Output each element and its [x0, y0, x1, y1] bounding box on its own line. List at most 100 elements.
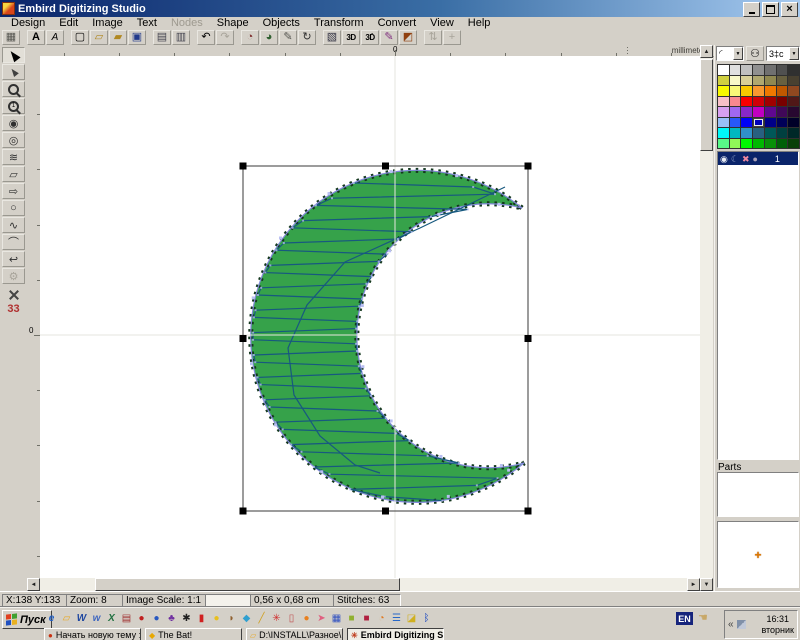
color-swatch[interactable] [765, 65, 776, 75]
palette-app-icon[interactable]: ◗ [224, 611, 239, 626]
redo-button[interactable]: ↷ [216, 30, 234, 45]
wordpad-icon[interactable]: w [89, 611, 104, 626]
menu-design[interactable]: Design [4, 17, 52, 29]
color-swatch[interactable] [765, 139, 776, 149]
blue-globe-app-icon[interactable]: ● [149, 611, 164, 626]
column-tool[interactable]: ▱ [2, 166, 25, 182]
diamond-app-icon[interactable]: ◆ [239, 611, 254, 626]
outline-arrow-tool[interactable]: ⇨ [2, 183, 25, 199]
color-swatch[interactable] [777, 128, 788, 138]
tray-collapse-icon[interactable]: « [728, 619, 734, 630]
color-swatch[interactable] [741, 76, 752, 86]
redwork-tool-button[interactable]: ◩ [399, 30, 417, 45]
clock-app-icon[interactable]: ◔ [374, 611, 389, 626]
vertical-scroll-thumb[interactable] [700, 59, 713, 151]
color-swatch[interactable] [718, 128, 729, 138]
lines-app-icon[interactable]: ☰ [389, 611, 404, 626]
grid-app-icon[interactable]: ▦ [329, 611, 344, 626]
color-swatch[interactable] [741, 107, 752, 117]
internet-explorer-icon[interactable]: e [44, 611, 59, 626]
task-embird-button[interactable]: ✳Embird Digitizing Stud... [347, 628, 444, 640]
color-swatch[interactable] [718, 97, 729, 107]
color-swatch[interactable] [730, 118, 741, 128]
selection-handle[interactable] [382, 508, 389, 515]
color-swatch[interactable] [730, 76, 741, 86]
folder-shortcut-icon[interactable]: ▱ [59, 611, 74, 626]
knot-button[interactable]: ⚇ [746, 46, 764, 61]
color-swatch[interactable] [765, 76, 776, 86]
language-indicator[interactable]: EN [676, 612, 693, 625]
horizontal-scrollbar[interactable]: ◄ ► [27, 578, 700, 591]
save-design-button[interactable]: ▣ [128, 30, 146, 45]
word-icon[interactable]: W [74, 611, 89, 626]
color-swatch[interactable] [765, 118, 776, 128]
density-gauge-button[interactable]: ◕ [260, 30, 278, 45]
menu-convert[interactable]: Convert [371, 17, 424, 29]
design-canvas[interactable] [40, 56, 700, 578]
parts-list[interactable] [717, 472, 799, 517]
color-swatch[interactable] [777, 76, 788, 86]
color-swatch[interactable] [765, 97, 776, 107]
bluetooth-icon[interactable]: ᛒ [419, 611, 434, 626]
crescent-shape[interactable] [251, 170, 524, 502]
3d-window-button[interactable]: ▧ [323, 30, 341, 45]
merge-design-button[interactable]: ▰ [109, 30, 127, 45]
scroll-up-arrow[interactable]: ▲ [700, 45, 713, 58]
color-swatch[interactable] [753, 76, 764, 86]
color-swatch[interactable] [788, 86, 799, 96]
selection-handle[interactable] [525, 508, 532, 515]
measure-pencil-button[interactable]: ✎ [279, 30, 297, 45]
tray-app-icon[interactable] [737, 620, 746, 629]
center-marker-button[interactable]: + [443, 30, 461, 45]
color-swatch[interactable] [741, 97, 752, 107]
copy-button[interactable]: ▤ [153, 30, 171, 45]
color-swatch[interactable] [730, 65, 741, 75]
color-swatch[interactable] [741, 86, 752, 96]
3d-view-button[interactable]: 3D [342, 30, 360, 45]
arc-tool[interactable]: ⌒ [2, 234, 25, 250]
undo-button[interactable]: ↶ [197, 30, 215, 45]
color-swatch[interactable] [753, 128, 764, 138]
selection-handle[interactable] [240, 335, 247, 342]
close-button[interactable]: × [781, 2, 798, 17]
color-swatch[interactable] [730, 128, 741, 138]
speed-gauge-button[interactable]: ◔ [241, 30, 259, 45]
color-swatch[interactable] [753, 118, 764, 128]
wing-app-icon[interactable]: ➤ [314, 611, 329, 626]
stitch-mode-dropdown[interactable]: 3‡c ▼ [766, 46, 800, 61]
stitch-order-button[interactable]: ⇅ [424, 30, 442, 45]
menu-transform[interactable]: Transform [307, 17, 371, 29]
title-bar[interactable]: Embird Digitizing Studio × [0, 0, 800, 17]
color-swatch[interactable] [788, 76, 799, 86]
menu-help[interactable]: Help [461, 17, 498, 29]
color-swatch[interactable] [777, 65, 788, 75]
object-list[interactable]: ◉ ☾ ✖ ● 1 [717, 151, 799, 460]
duck-app-icon[interactable]: ● [209, 611, 224, 626]
color-swatch[interactable] [753, 139, 764, 149]
color-swatch[interactable] [788, 107, 799, 117]
minimize-button[interactable] [743, 2, 760, 17]
menu-image[interactable]: Image [85, 17, 130, 29]
color-swatch[interactable] [741, 118, 752, 128]
menu-text[interactable]: Text [130, 17, 164, 29]
color-swatch[interactable] [777, 139, 788, 149]
freehand-region-tool[interactable]: ○ [2, 200, 25, 216]
sewing-pencil-button[interactable]: ✎ [380, 30, 398, 45]
fill-hole-tool[interactable]: ◎ [2, 132, 25, 148]
color-swatch[interactable] [753, 65, 764, 75]
edit-nodes-tool[interactable] [2, 64, 25, 80]
color-swatch[interactable] [718, 107, 729, 117]
horizontal-scroll-thumb[interactable] [95, 578, 400, 591]
selection-handle[interactable] [525, 335, 532, 342]
menu-nodes[interactable]: Nodes [164, 17, 210, 29]
restore-button[interactable] [762, 2, 779, 17]
orange-ball-app-icon[interactable]: ● [299, 611, 314, 626]
zoom-tool[interactable] [2, 81, 25, 97]
clock[interactable]: 16:31 вторник [761, 614, 794, 636]
color-swatch[interactable] [718, 76, 729, 86]
stitch-points-icon[interactable] [8, 289, 20, 301]
color-swatch[interactable] [777, 107, 788, 117]
color-swatch[interactable] [718, 139, 729, 149]
color-swatch[interactable] [741, 128, 752, 138]
selection-handle[interactable] [240, 508, 247, 515]
